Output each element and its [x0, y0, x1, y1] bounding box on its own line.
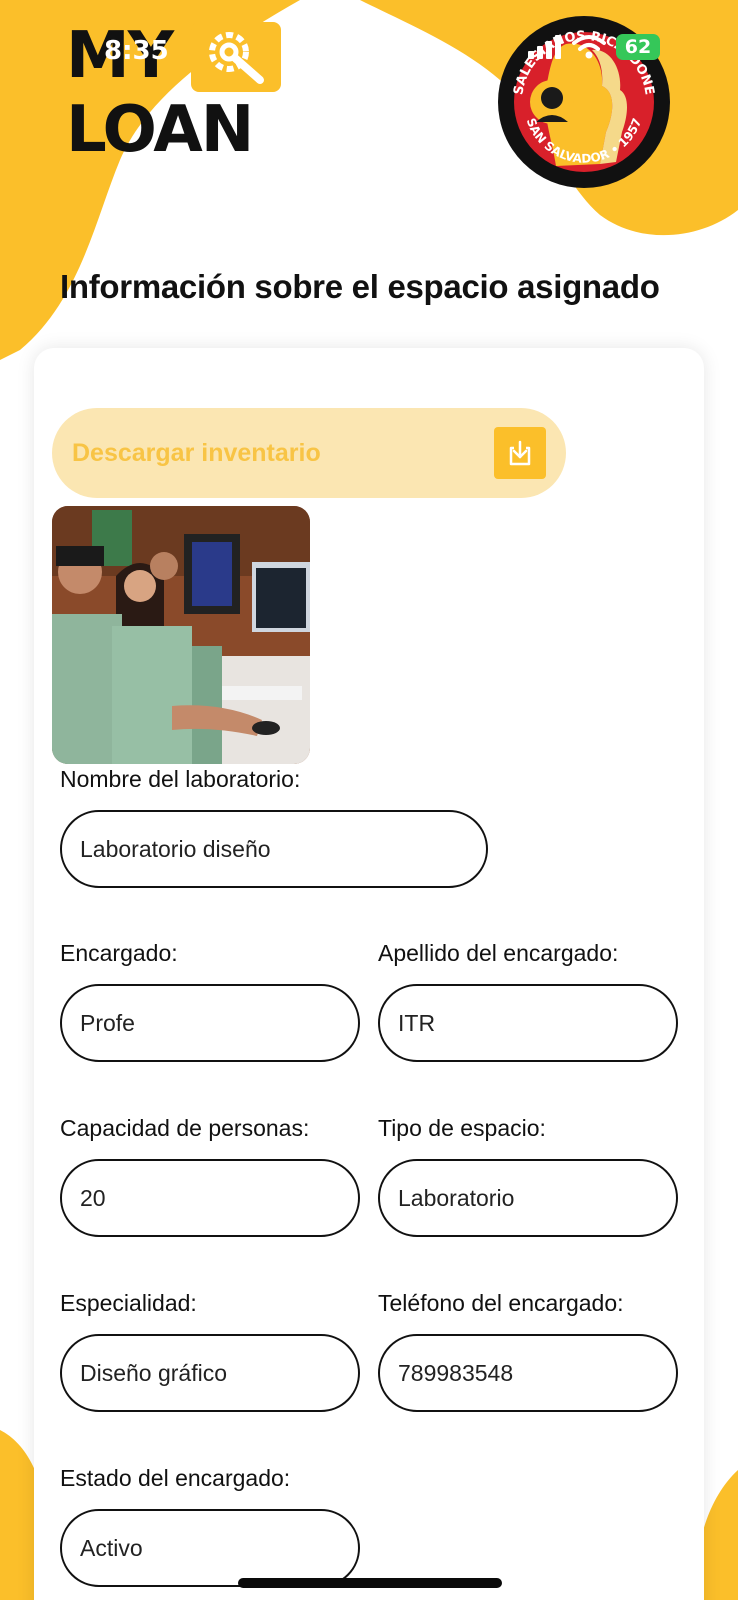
- wifi-icon: [572, 35, 606, 59]
- capacity-input[interactable]: [60, 1159, 360, 1237]
- laboratory-photo: [52, 506, 310, 764]
- manager-status-input[interactable]: [60, 1509, 360, 1587]
- lab-name-input[interactable]: [60, 810, 488, 888]
- space-info-card: Descargar inventario Nombre del laborato…: [34, 348, 704, 1600]
- manager-lastname-label: Apellido del encargado:: [378, 940, 619, 966]
- lab-name-label: Nombre del laboratorio:: [60, 766, 301, 792]
- download-inventory-label: Descargar inventario: [72, 438, 321, 467]
- home-indicator: [238, 1578, 502, 1588]
- download-icon: [494, 427, 546, 479]
- manager-input[interactable]: [60, 984, 360, 1062]
- wrench-gear-icon: [191, 22, 281, 92]
- battery-indicator: 62: [616, 34, 660, 60]
- app-logo: MY LOAN: [66, 18, 286, 168]
- manager-phone-label: Teléfono del encargado:: [378, 1290, 624, 1316]
- manager-phone-input[interactable]: [378, 1334, 678, 1412]
- download-inventory-button[interactable]: Descargar inventario: [52, 408, 566, 498]
- logo-word-loan: LOAN: [66, 93, 254, 167]
- capacity-label: Capacidad de personas:: [60, 1115, 310, 1141]
- specialty-label: Especialidad:: [60, 1290, 197, 1316]
- manager-label: Encargado:: [60, 940, 178, 966]
- manager-status-label: Estado del encargado:: [60, 1465, 291, 1491]
- status-time: 8:35: [104, 36, 169, 66]
- space-type-input[interactable]: [378, 1159, 678, 1237]
- signal-icon: [528, 35, 561, 59]
- space-type-label: Tipo de espacio:: [378, 1115, 546, 1141]
- specialty-input[interactable]: [60, 1334, 360, 1412]
- page-title: Información sobre el espacio asignado: [60, 268, 660, 305]
- status-icons: 62: [528, 34, 660, 60]
- manager-lastname-input[interactable]: [378, 984, 678, 1062]
